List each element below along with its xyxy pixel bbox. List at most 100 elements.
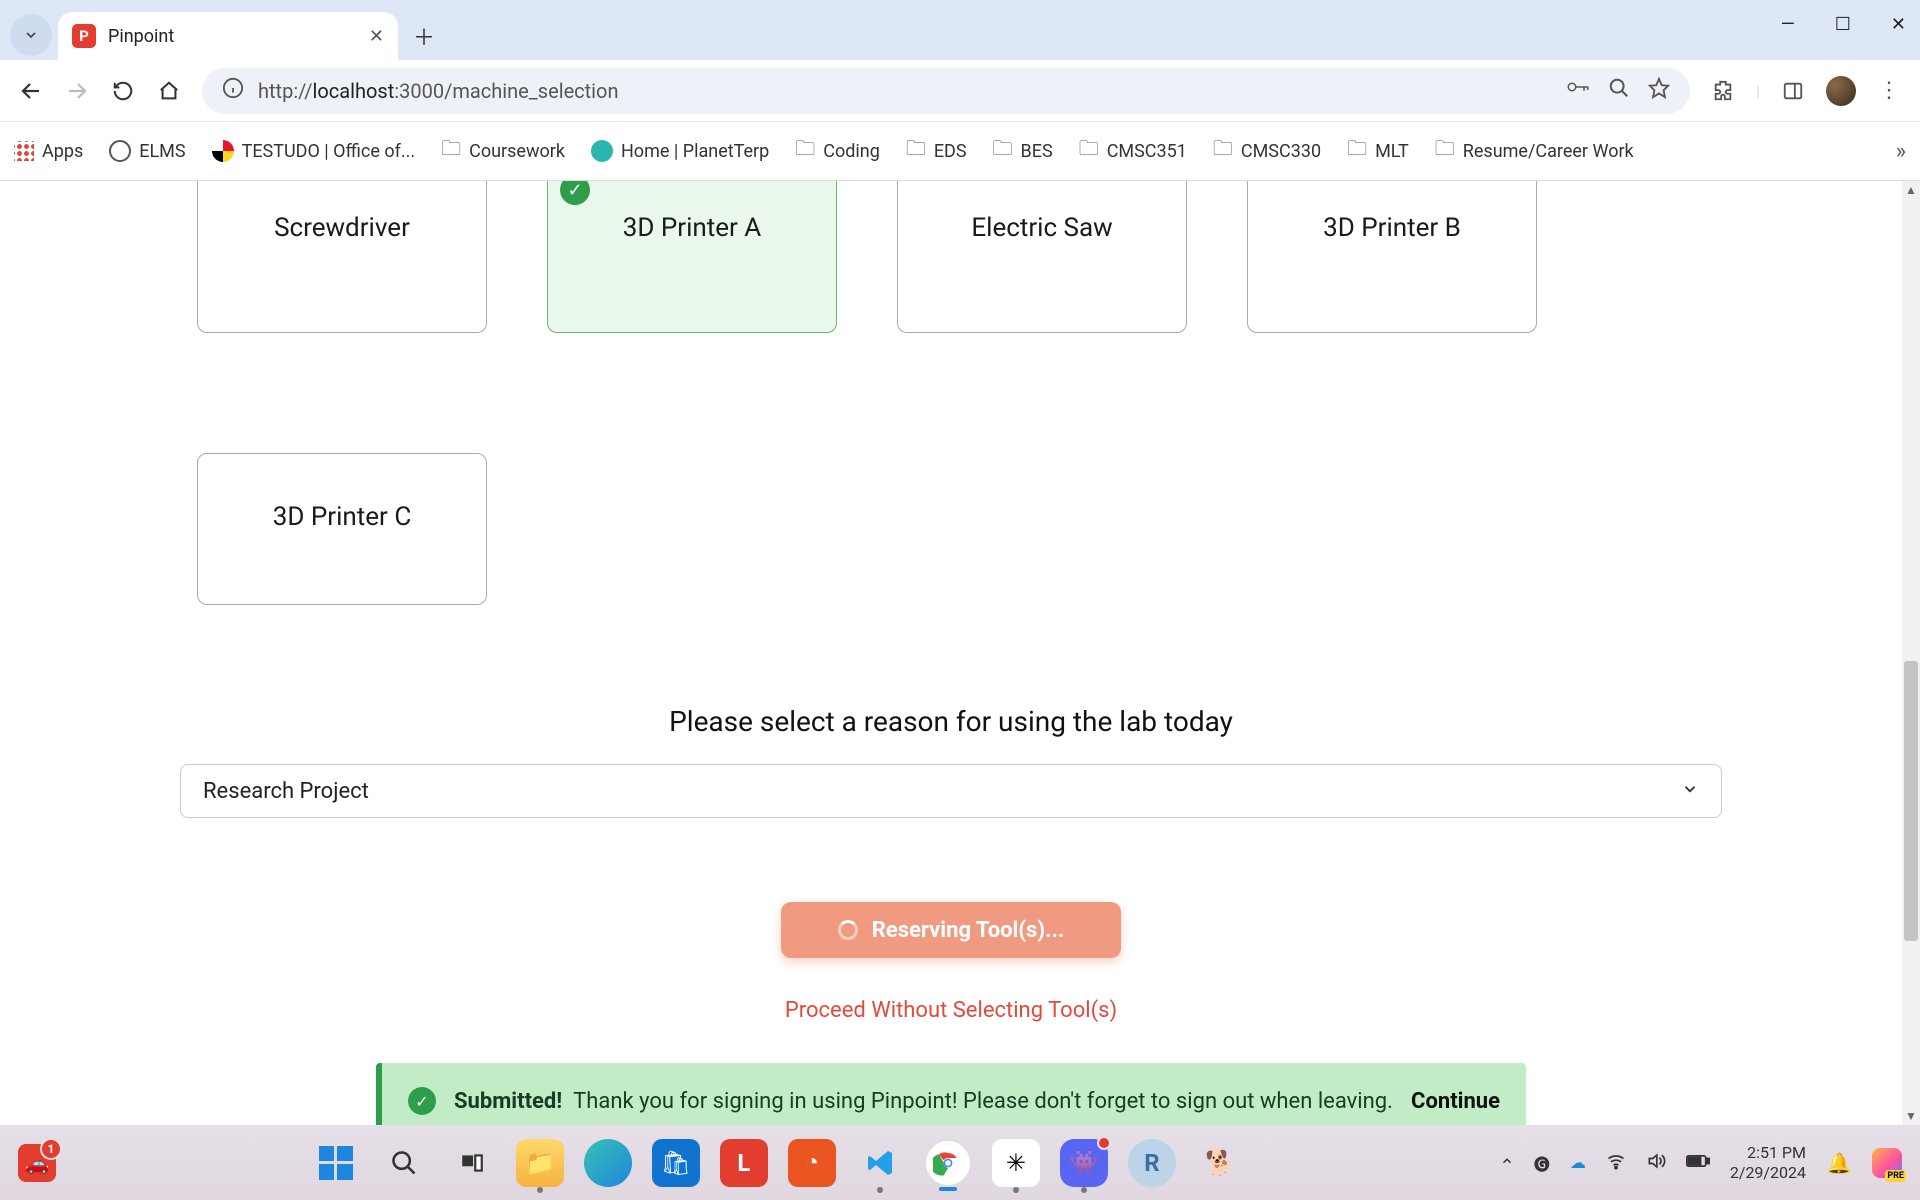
language-icon[interactable]: 🅖 xyxy=(1534,1151,1550,1175)
forward-icon[interactable] xyxy=(64,78,90,104)
close-tab-icon[interactable]: ✕ xyxy=(369,26,384,47)
alert-continue-button[interactable]: Continue xyxy=(1411,1089,1500,1114)
start-button[interactable] xyxy=(312,1139,360,1187)
bookmarks-overflow-icon[interactable]: » xyxy=(1896,139,1906,164)
new-tab-button[interactable]: ＋ xyxy=(404,16,444,56)
machine-card-screwdriver[interactable]: Screwdriver xyxy=(197,181,487,333)
notification-badge: 1 xyxy=(40,1138,62,1160)
edge-icon[interactable] xyxy=(584,1139,632,1187)
bookmark-elms[interactable]: ELMS xyxy=(109,140,185,162)
testudo-icon xyxy=(212,140,234,162)
chrome-icon[interactable] xyxy=(924,1139,972,1187)
extensions-icon[interactable] xyxy=(1710,78,1736,104)
reload-icon[interactable] xyxy=(110,78,136,104)
profile-avatar[interactable] xyxy=(1826,76,1856,106)
browser-toolbar: http://localhost:3000/machine_selection … xyxy=(0,60,1920,122)
vscode-icon[interactable] xyxy=(856,1139,904,1187)
slack-icon[interactable]: ✳ xyxy=(992,1139,1040,1187)
bookmark-cmsc351[interactable]: 🗀CMSC351 xyxy=(1079,134,1187,168)
close-window-icon[interactable]: ✕ xyxy=(1891,14,1906,35)
clock[interactable]: 2:51 PM 2/29/2024 xyxy=(1730,1143,1806,1181)
reserve-button[interactable]: Reserving Tool(s)... xyxy=(781,902,1121,958)
success-alert: ✓ Submitted! Thank you for signing in us… xyxy=(376,1063,1526,1125)
url-text: http://localhost:3000/machine_selection xyxy=(258,79,619,103)
kebab-menu-icon[interactable]: ⋮ xyxy=(1876,78,1902,104)
site-info-icon[interactable] xyxy=(222,77,244,104)
bookmarks-bar: Apps ELMS TESTUDO | Office of... 🗀Course… xyxy=(0,122,1920,181)
bookmark-eds[interactable]: 🗀EDS xyxy=(906,134,967,168)
bookmark-planetterp[interactable]: Home | PlanetTerp xyxy=(591,140,769,162)
bookmark-cmsc330[interactable]: 🗀CMSC330 xyxy=(1213,134,1321,168)
folder-icon: 🗀 xyxy=(441,134,461,168)
spinner-icon xyxy=(838,920,858,940)
search-button[interactable] xyxy=(380,1139,428,1187)
globe-icon xyxy=(109,140,131,162)
vertical-scrollbar[interactable]: ▲ ▼ xyxy=(1902,181,1920,1125)
browser-chrome: P Pinpoint ✕ ＋ — ☐ ✕ http://localhost:30… xyxy=(0,0,1920,181)
task-view-button[interactable] xyxy=(448,1139,496,1187)
notifications-bell-icon[interactable]: 🔔 xyxy=(1826,1150,1852,1176)
tabstrip: P Pinpoint ✕ ＋ xyxy=(0,0,1920,60)
tab-title: Pinpoint xyxy=(108,26,357,47)
address-bar[interactable]: http://localhost:3000/machine_selection xyxy=(202,68,1690,114)
scroll-down-icon[interactable]: ▼ xyxy=(1902,1107,1920,1125)
machine-card-3d-printer-a[interactable]: ✓ 3D Printer A xyxy=(547,181,837,333)
chevron-down-icon xyxy=(1681,779,1699,803)
page-viewport: Screwdriver ✓ 3D Printer A Electric Saw … xyxy=(0,181,1902,1125)
check-icon: ✓ xyxy=(560,181,590,205)
alert-title: Submitted! xyxy=(454,1089,562,1114)
reason-prompt: Please select a reason for using the lab… xyxy=(0,705,1902,738)
bookmark-testudo[interactable]: TESTUDO | Office of... xyxy=(212,140,416,162)
zoom-icon[interactable] xyxy=(1608,77,1630,105)
machine-label: Electric Saw xyxy=(971,213,1112,243)
folder-icon: 🗀 xyxy=(906,134,926,168)
pinpoint-favicon: P xyxy=(72,24,96,48)
folder-icon: 🗀 xyxy=(1079,134,1099,168)
tray-chevron-icon[interactable] xyxy=(1500,1153,1514,1172)
ubuntu-icon[interactable]: ◔ xyxy=(788,1139,836,1187)
bookmark-apps[interactable]: Apps xyxy=(14,141,83,162)
reason-select[interactable]: Research Project xyxy=(180,764,1722,818)
discord-icon[interactable]: 👾 xyxy=(1060,1139,1108,1187)
folder-icon: 🗀 xyxy=(1347,134,1367,168)
planetterp-icon xyxy=(591,140,613,162)
alert-body: Thank you for signing in using Pinpoint!… xyxy=(573,1089,1393,1114)
onedrive-icon[interactable]: ☁ xyxy=(1570,1153,1586,1172)
honk-app-icon[interactable]: 🚗 1 xyxy=(18,1144,56,1182)
volume-icon[interactable] xyxy=(1646,1151,1666,1175)
rstudio-icon[interactable]: R xyxy=(1128,1139,1176,1187)
pet-app-icon[interactable]: 🐕 xyxy=(1196,1139,1244,1187)
minimize-icon[interactable]: — xyxy=(1781,14,1795,35)
home-icon[interactable] xyxy=(156,78,182,104)
bookmark-resume[interactable]: 🗀Resume/Career Work xyxy=(1435,134,1634,168)
letter-l-app-icon[interactable]: L xyxy=(720,1139,768,1187)
battery-icon[interactable] xyxy=(1686,1153,1710,1173)
omnibox-actions xyxy=(1566,77,1670,105)
copilot-icon[interactable] xyxy=(1872,1148,1902,1178)
bookmark-mlt[interactable]: 🗀MLT xyxy=(1347,134,1409,168)
maximize-icon[interactable]: ☐ xyxy=(1835,14,1851,35)
search-tabs-button[interactable] xyxy=(10,14,52,56)
bookmark-coding[interactable]: 🗀Coding xyxy=(795,134,880,168)
bookmark-star-icon[interactable] xyxy=(1648,77,1670,105)
back-icon[interactable] xyxy=(18,78,44,104)
proceed-without-tools-link[interactable]: Proceed Without Selecting Tool(s) xyxy=(0,998,1902,1023)
reserve-button-label: Reserving Tool(s)... xyxy=(872,918,1064,943)
reason-select-value: Research Project xyxy=(203,779,369,804)
machine-card-3d-printer-b[interactable]: 3D Printer B xyxy=(1247,181,1537,333)
machine-card-3d-printer-c[interactable]: 3D Printer C xyxy=(197,453,487,605)
machine-label: 3D Printer A xyxy=(623,213,762,243)
password-key-icon[interactable] xyxy=(1566,77,1590,105)
file-explorer-icon[interactable]: 📁 xyxy=(516,1139,564,1187)
microsoft-store-icon[interactable]: 🛍 xyxy=(652,1139,700,1187)
machine-label: 3D Printer C xyxy=(273,502,412,532)
bookmark-bes[interactable]: 🗀BES xyxy=(993,134,1053,168)
scroll-up-icon[interactable]: ▲ xyxy=(1902,181,1920,199)
active-tab[interactable]: P Pinpoint ✕ xyxy=(58,12,398,60)
bookmark-coursework[interactable]: 🗀Coursework xyxy=(441,134,565,168)
side-panel-icon[interactable] xyxy=(1780,78,1806,104)
wifi-icon[interactable] xyxy=(1606,1151,1626,1175)
machine-card-electric-saw[interactable]: Electric Saw xyxy=(897,181,1187,333)
scrollbar-thumb[interactable] xyxy=(1904,661,1918,941)
folder-icon: 🗀 xyxy=(1213,134,1233,168)
